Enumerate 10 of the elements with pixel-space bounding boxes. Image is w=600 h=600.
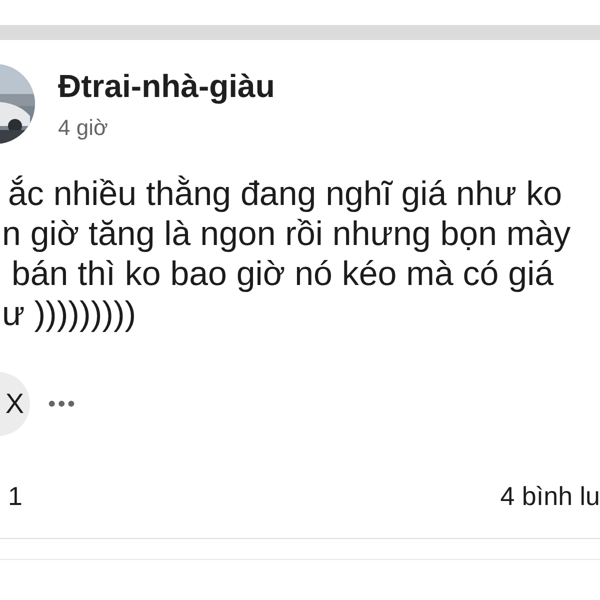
reaction-chip[interactable]: X <box>0 372 30 436</box>
more-button[interactable]: ••• <box>48 391 78 417</box>
author-name[interactable]: Đtrai-nhà-giàu <box>58 68 275 104</box>
reaction-count[interactable]: 1 <box>8 481 22 512</box>
post-time[interactable]: 4 giờ <box>58 114 275 140</box>
post-text-line: ư ))))))))) <box>2 294 138 334</box>
post-text-line: bán thì ko bao giờ nó kéo mà có giá <box>10 254 555 294</box>
post-text-line: n giờ tăng là ngon rồi nhưng bọn mày <box>2 214 572 254</box>
post-text-line: ắc nhiều thằng đang nghĩ giá như ko <box>7 174 563 214</box>
comment-count[interactable]: 4 bình lu <box>500 481 600 512</box>
